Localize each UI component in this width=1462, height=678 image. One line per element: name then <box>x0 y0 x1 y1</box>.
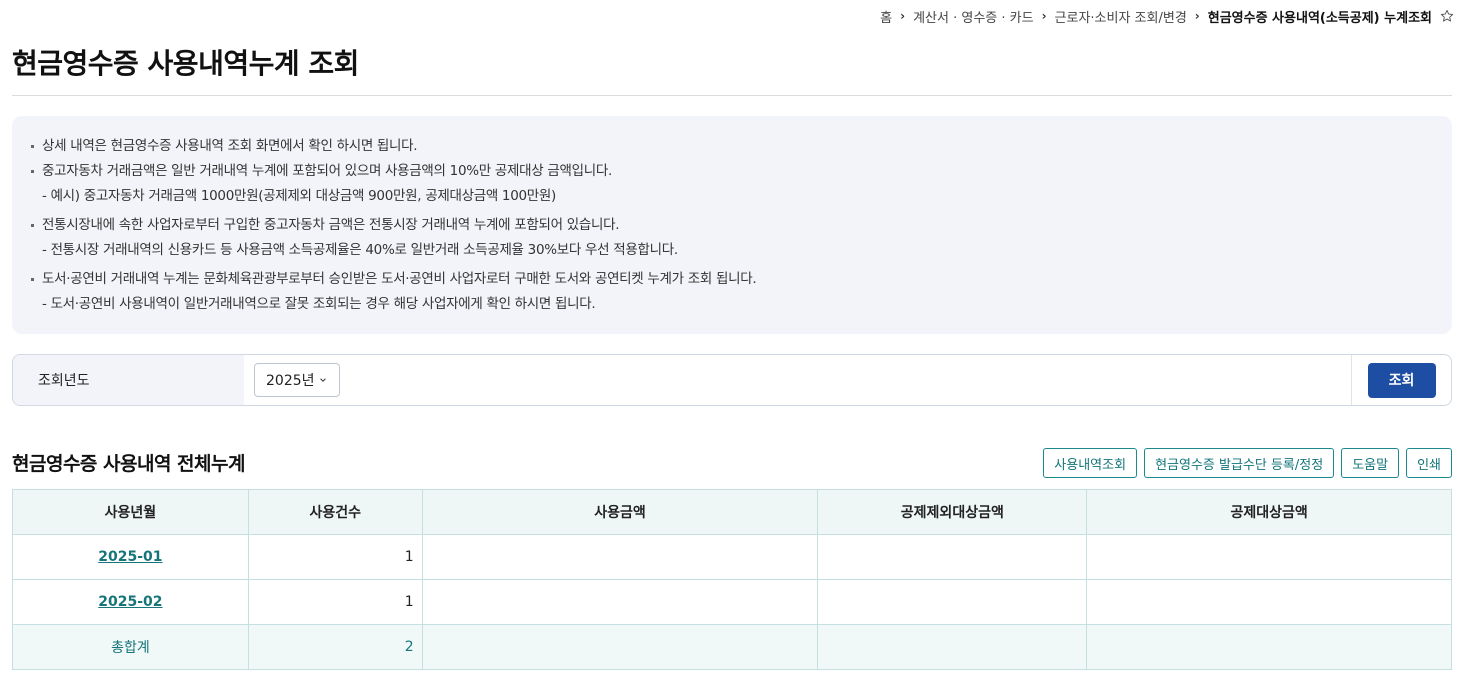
table-row: 2025-01 1 <box>12 534 1452 580</box>
column-header-amount: 사용금액 <box>421 489 819 535</box>
total-deductible-cell <box>1086 624 1452 670</box>
column-header-count: 사용건수 <box>247 489 423 535</box>
usage-history-button[interactable]: 사용내역조회 <box>1043 448 1138 478</box>
amount-cell <box>421 534 819 580</box>
page-title: 현금영수증 사용내역누계 조회 <box>12 47 359 80</box>
search-button[interactable]: 조회 <box>1367 362 1436 398</box>
count-cell: 1 <box>247 534 423 580</box>
year-select-value: 2025년 <box>266 373 315 389</box>
info-item: 도서·공연비 거래내역 누계는 문화체육관광부로부터 승인받은 도서·공연비 사… <box>31 267 1426 316</box>
breadcrumb-receipts[interactable]: 계산서 · 영수증 · 카드 <box>913 7 1033 26</box>
month-cell: 2025-01 <box>12 534 249 580</box>
search-button-cell: 조회 <box>1351 355 1451 405</box>
breadcrumb-current: 현금영수증 사용내역(소득공제) 누계조회 <box>1207 10 1432 26</box>
bullet-icon <box>31 278 34 281</box>
print-button[interactable]: 인쇄 <box>1406 448 1452 478</box>
breadcrumb: 홈 › 계산서 · 영수증 · 카드 › 근로자·소비자 조회/변경 › 현금영… <box>880 6 1454 26</box>
info-subtext: - 예시) 중고자동차 거래금액 1000만원(공제제외 대상금액 900만원,… <box>42 188 557 204</box>
info-text: 전통시장내에 속한 사업자로부터 구입한 중고자동차 금액은 전통시장 거래내역… <box>42 217 620 233</box>
info-subtext: - 전통시장 거래내역의 신용카드 등 사용금액 소득공제율은 40%로 일반거… <box>42 242 678 258</box>
section-title: 현금영수증 사용내역 전체누계 <box>12 453 245 475</box>
register-issuance-method-button[interactable]: 현금영수증 발급수단 등록/정정 <box>1144 448 1335 478</box>
star-icon[interactable] <box>1440 9 1454 23</box>
action-buttons: 사용내역조회 현금영수증 발급수단 등록/정정 도움말 인쇄 <box>1043 448 1452 478</box>
month-link[interactable]: 2025-02 <box>98 594 162 610</box>
total-amount-cell <box>421 624 819 670</box>
chevron-down-icon <box>319 378 326 382</box>
excluded-cell <box>817 579 1088 625</box>
info-item: 중고자동차 거래금액은 일반 거래내역 누계에 포함되어 있으며 사용금액의 1… <box>31 159 1426 208</box>
amount-cell <box>421 579 819 625</box>
total-label-cell: 총합계 <box>12 624 249 670</box>
count-cell: 1 <box>247 579 423 625</box>
column-header-excluded: 공제제외대상금액 <box>817 489 1088 535</box>
total-count-cell: 2 <box>247 624 423 670</box>
deductible-cell <box>1086 534 1452 580</box>
help-button[interactable]: 도움말 <box>1341 448 1400 478</box>
search-year-label: 조회년도 <box>13 355 244 405</box>
bullet-icon <box>31 145 34 148</box>
info-list: 상세 내역은 현금영수증 사용내역 조회 화면에서 확인 하시면 됩니다. 중고… <box>31 134 1426 316</box>
table-row: 2025-02 1 <box>12 579 1452 625</box>
search-bar: 조회년도 2025년 조회 <box>12 354 1452 406</box>
total-excluded-cell <box>817 624 1088 670</box>
table-header-row: 사용년월 사용건수 사용금액 공제제외대상금액 공제대상금액 <box>12 489 1452 535</box>
info-subtext: - 도서·공연비 사용내역이 일반거래내역으로 잘못 조회되는 경우 해당 사업… <box>42 296 596 312</box>
info-text: 도서·공연비 거래내역 누계는 문화체육관광부로부터 승인받은 도서·공연비 사… <box>42 271 757 287</box>
breadcrumb-worker-consumer[interactable]: 근로자·소비자 조회/변경 <box>1055 7 1187 26</box>
month-cell: 2025-02 <box>12 579 249 625</box>
column-header-deductible: 공제대상금액 <box>1086 489 1452 535</box>
month-link[interactable]: 2025-01 <box>98 549 162 565</box>
info-text: 상세 내역은 현금영수증 사용내역 조회 화면에서 확인 하시면 됩니다. <box>42 138 418 154</box>
info-box: 상세 내역은 현금영수증 사용내역 조회 화면에서 확인 하시면 됩니다. 중고… <box>12 116 1452 334</box>
chevron-right-icon: › <box>1041 9 1047 23</box>
chevron-right-icon: › <box>900 9 906 23</box>
info-item: 상세 내역은 현금영수증 사용내역 조회 화면에서 확인 하시면 됩니다. <box>31 134 1426 159</box>
info-text: 중고자동차 거래금액은 일반 거래내역 누계에 포함되어 있으며 사용금액의 1… <box>42 163 612 179</box>
breadcrumb-home[interactable]: 홈 <box>880 7 892 26</box>
column-header-month: 사용년월 <box>12 489 249 535</box>
deductible-cell <box>1086 579 1452 625</box>
title-divider <box>12 95 1452 96</box>
info-item: 전통시장내에 속한 사업자로부터 구입한 중고자동차 금액은 전통시장 거래내역… <box>31 213 1426 262</box>
bullet-icon <box>31 224 34 227</box>
usage-summary-table: 사용년월 사용건수 사용금액 공제제외대상금액 공제대상금액 2025-01 1… <box>12 489 1452 670</box>
year-select[interactable]: 2025년 <box>254 363 340 397</box>
bullet-icon <box>31 170 34 173</box>
chevron-right-icon: › <box>1194 9 1200 23</box>
excluded-cell <box>817 534 1088 580</box>
total-row: 총합계 2 <box>12 624 1452 670</box>
